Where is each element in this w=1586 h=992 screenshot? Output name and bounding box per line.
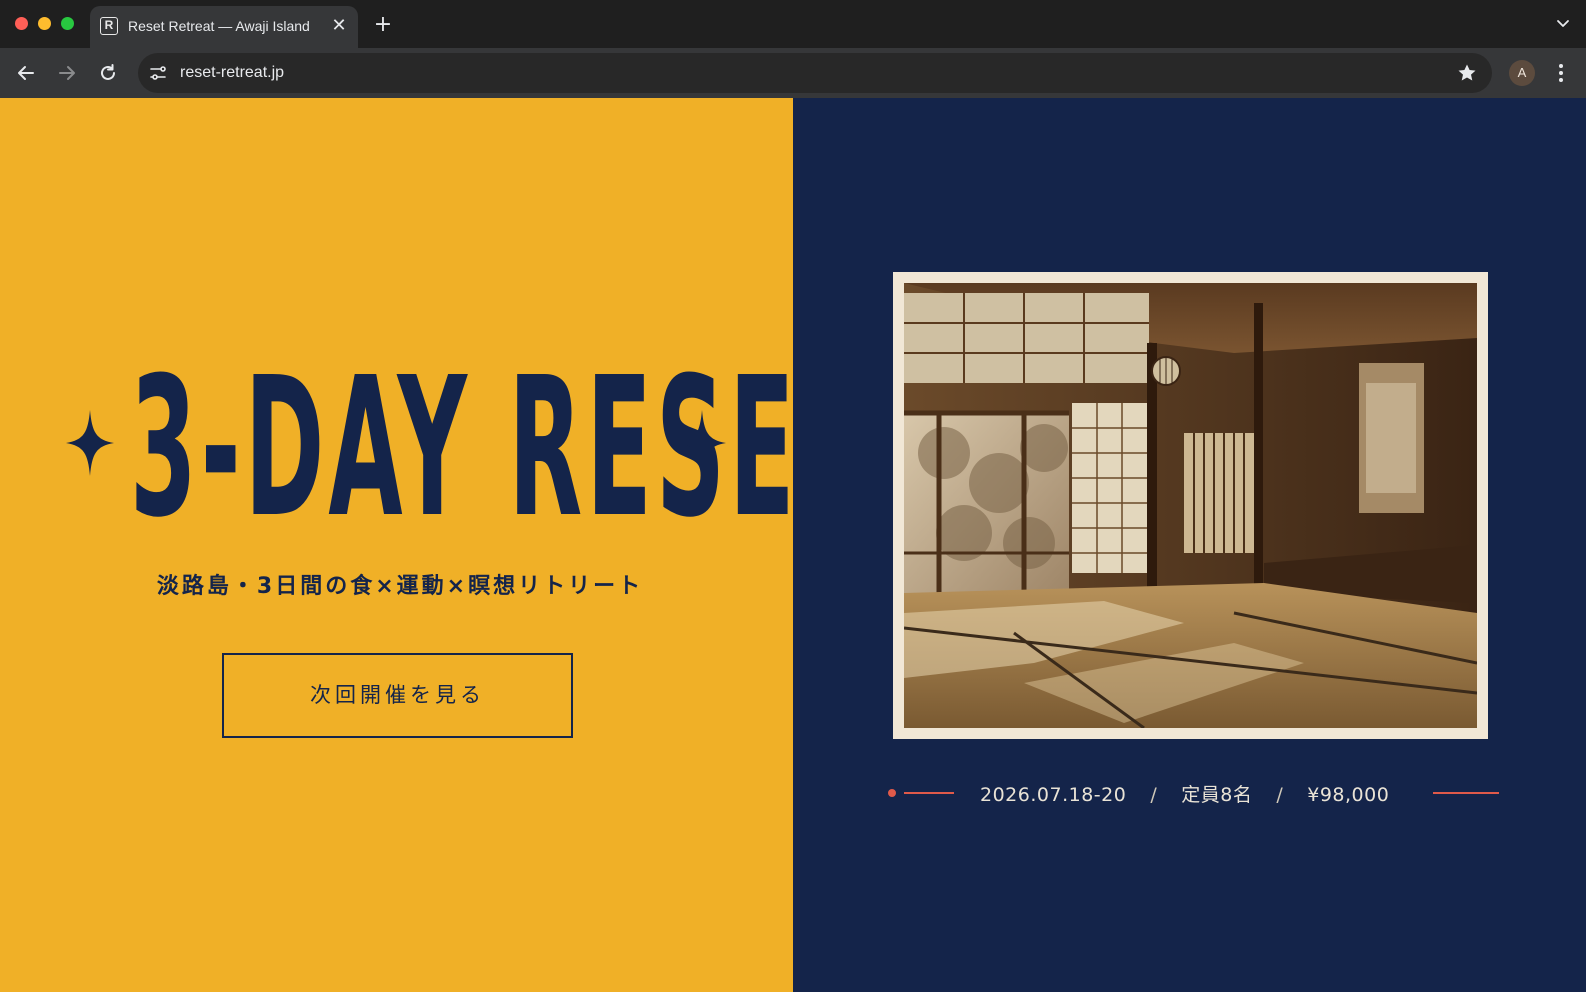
separator: / [1276,784,1284,806]
kebab-icon[interactable] [1553,61,1569,85]
page-content: 3-DAY RESET 淡路島・3日間の食×運動×瞑想リトリート 次回開催を見る [0,98,1586,992]
arrow-right-icon[interactable] [54,60,80,86]
chevron-down-icon[interactable] [1554,14,1572,32]
hero-panel: 3-DAY RESET 淡路島・3日間の食×運動×瞑想リトリート 次回開催を見る [0,98,864,992]
profile-avatar[interactable]: A [1509,60,1535,86]
maximize-window-button[interactable] [61,17,74,30]
tab-strip: R Reset Retreat — Awaji Island ✕ + [0,0,1586,48]
accent-rule-left [904,792,954,794]
next-event-button[interactable]: 次回開催を見る [222,653,573,738]
minimize-window-button[interactable] [38,17,51,30]
close-window-button[interactable] [15,17,28,30]
photo-panel: 2026.07.18-20 / 定員8名 / ¥98,000 [793,98,1586,992]
active-tab[interactable]: R Reset Retreat — Awaji Island ✕ [90,6,358,48]
tatami-room-photo [904,283,1477,728]
browser-toolbar: reset-retreat.jp A [0,48,1586,98]
url-text: reset-retreat.jp [180,64,285,81]
tab-title: Reset Retreat — Awaji Island [128,18,310,34]
favicon-icon: R [100,17,118,35]
event-capacity: 定員8名 [1181,784,1253,806]
new-tab-button[interactable]: + [370,12,396,38]
event-price: ¥98,000 [1307,784,1390,806]
accent-rule-right [1433,792,1499,794]
reload-icon[interactable] [95,60,121,86]
event-dates: 2026.07.18-20 [980,784,1127,806]
star-icon[interactable] [1456,62,1478,84]
address-bar[interactable]: reset-retreat.jp [138,53,1492,93]
hero-heading: 3-DAY RESET [60,336,864,560]
four-point-star-icon [66,410,114,476]
hero-subtitle: 淡路島・3日間の食×運動×瞑想リトリート [156,574,644,599]
four-point-star-icon [678,410,726,476]
event-info: 2026.07.18-20 / 定員8名 / ¥98,000 [888,778,1499,808]
accent-dot [888,789,896,797]
event-details: 2026.07.18-20 / 定員8名 / ¥98,000 [980,780,1389,807]
tune-icon[interactable] [148,63,168,83]
photo-frame [893,272,1488,739]
arrow-left-icon[interactable] [13,60,39,86]
separator: / [1150,784,1158,806]
tab-close-button[interactable]: ✕ [328,15,350,37]
